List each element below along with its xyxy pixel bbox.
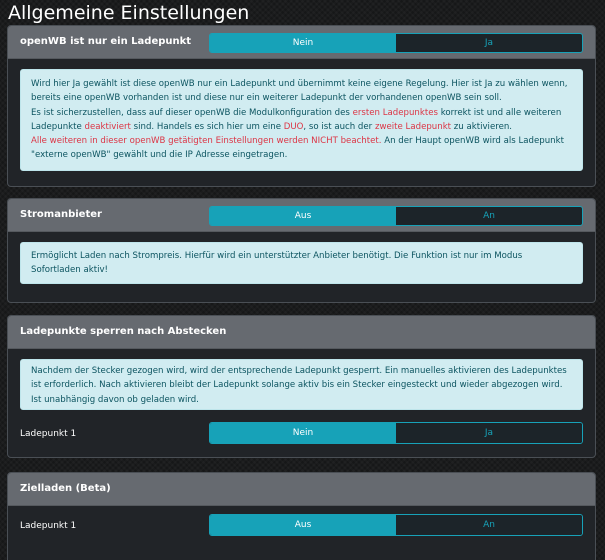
toggle-option-aus[interactable]: Aus <box>210 207 396 225</box>
stromanbieter-toggle[interactable]: Aus An <box>209 206 583 226</box>
toggle-option-nein[interactable]: Nein <box>210 423 396 443</box>
toggle-option-nein[interactable]: Nein <box>210 34 396 52</box>
info-box: Ermöglicht Laden nach Strompreis. Hierfü… <box>20 242 583 284</box>
page-title: Allgemeine Einstellungen <box>8 2 250 24</box>
toggle-option-ja[interactable]: Ja <box>396 423 582 443</box>
info-text: Ermöglicht Laden nach Strompreis. Hierfü… <box>31 251 523 276</box>
toggle-option-an[interactable]: An <box>396 207 582 225</box>
openwb-only-toggle[interactable]: Nein Ja <box>209 33 583 53</box>
info-text: zu aktivieren. <box>451 121 513 132</box>
toggle-option-aus[interactable]: Aus <box>210 515 396 535</box>
toggle-option-an[interactable]: An <box>396 515 582 535</box>
card-title: Ladepunkte sperren nach Abstecken <box>20 326 227 337</box>
info-text: Nachdem der Stecker gezogen wird, wird d… <box>31 366 567 405</box>
info-warning: Alle weiteren in dieser openWB getätigte… <box>31 136 382 147</box>
ladepunkt-label: Ladepunkt 1 <box>20 429 77 439</box>
card-title: Stromanbieter <box>20 209 102 220</box>
card-header: Zielladen (Beta) <box>8 473 595 506</box>
info-text: Es ist sicherzustellen, dass auf dieser … <box>31 107 353 118</box>
info-box: Wird hier Ja gewählt ist diese openWB nu… <box>20 69 583 171</box>
info-highlight: ersten Ladepunktes <box>352 107 438 118</box>
info-text: sind. Handels es sich hier um eine <box>130 121 284 132</box>
card-stromanbieter: Stromanbieter Aus An Ermöglicht Laden na… <box>7 198 596 303</box>
card-ladepunkte-sperren: Ladepunkte sperren nach Abstecken Nachde… <box>7 315 596 458</box>
info-text: , so ist auch der <box>303 121 375 132</box>
card-openwb-nur-ladepunkt: openWB ist nur ein Ladepunkt Nein Ja Wir… <box>7 25 596 187</box>
info-highlight: deaktiviert <box>84 121 131 132</box>
info-text: Wird hier Ja gewählt ist diese openWB nu… <box>31 79 568 104</box>
card-title: openWB ist nur ein Ladepunkt <box>20 36 192 47</box>
info-highlight: zweite Ladepunkt <box>374 121 452 132</box>
toggle-option-ja[interactable]: Ja <box>396 34 582 52</box>
card-header: Ladepunkte sperren nach Abstecken <box>8 316 595 349</box>
card-header: openWB ist nur ein Ladepunkt Nein Ja <box>8 26 595 59</box>
info-box: Nachdem der Stecker gezogen wird, wird d… <box>20 359 583 410</box>
info-highlight: DUO <box>283 121 304 132</box>
card-title: Zielladen (Beta) <box>20 483 111 494</box>
ladepunkt-label: Ladepunkt 1 <box>20 521 77 531</box>
card-zielladen: Zielladen (Beta) Ladepunkt 1 Aus An <box>7 472 596 560</box>
zielladen-ladepunkt1-toggle[interactable]: Aus An <box>209 514 583 536</box>
card-header: Stromanbieter Aus An <box>8 199 595 232</box>
sperren-ladepunkt1-toggle[interactable]: Nein Ja <box>209 422 583 444</box>
